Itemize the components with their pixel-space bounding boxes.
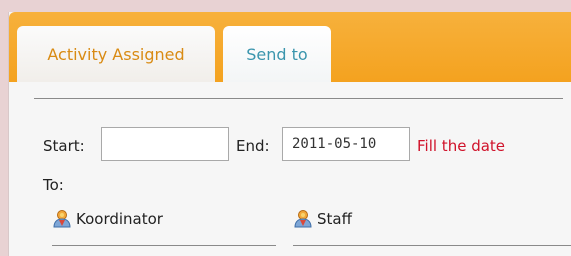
tab-send-to-label: Send to [246, 44, 308, 64]
page-background: Activity Assigned Send to Start: End: 20… [0, 0, 571, 256]
divider [34, 98, 563, 99]
group-staff-label: Staff [317, 210, 352, 228]
user-group-icon [53, 210, 71, 228]
group-koordinator-label: Koordinator [76, 210, 163, 228]
tab-activity-assigned[interactable]: Activity Assigned [17, 26, 215, 82]
user-group-icon [294, 210, 312, 228]
end-label: End: [236, 137, 270, 155]
group-staff[interactable]: Staff [293, 209, 352, 229]
tab-activity-assigned-label: Activity Assigned [47, 44, 185, 64]
to-label: To: [43, 176, 64, 194]
tab-bar: Activity Assigned Send to [9, 12, 571, 82]
start-label: Start: [43, 137, 85, 155]
group-staff-rule [293, 245, 571, 246]
start-date-input[interactable] [101, 127, 229, 161]
tab-content [9, 82, 571, 256]
group-koordinator-rule [52, 245, 276, 246]
end-date-input[interactable]: 2011-05-10 [282, 127, 410, 161]
group-koordinator[interactable]: Koordinator [52, 209, 163, 229]
date-warning: Fill the date [417, 137, 506, 155]
tab-send-to[interactable]: Send to [223, 26, 331, 82]
